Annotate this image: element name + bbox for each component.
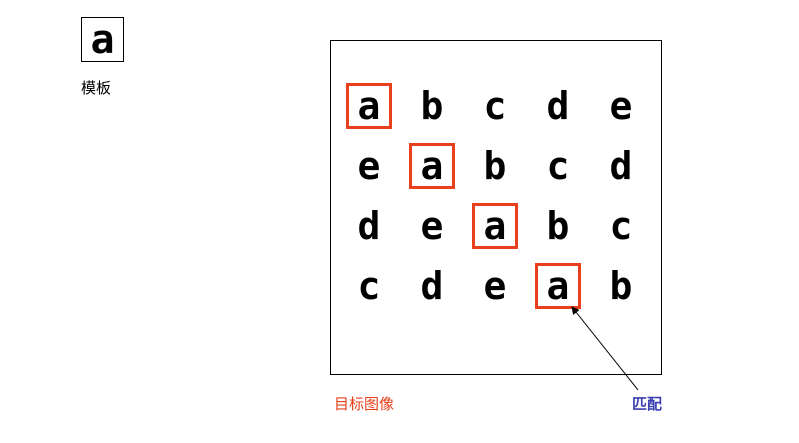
grid-glyph: c <box>483 84 507 128</box>
grid-glyph: e <box>483 264 507 308</box>
grid-glyph: c <box>609 204 633 248</box>
grid-glyph: b <box>483 144 507 188</box>
grid-glyph: e <box>609 84 633 128</box>
grid-glyph: d <box>609 144 633 188</box>
grid-glyph: c <box>357 264 381 308</box>
target-image: abcdeeabcddeabccdeab <box>330 40 662 375</box>
match-label: 匹配 <box>632 395 663 413</box>
template-glyph: a <box>90 16 115 63</box>
grid-glyph: d <box>546 84 570 128</box>
grid-glyph: d <box>357 204 381 248</box>
matched-glyph: a <box>409 143 455 189</box>
template-label: 模板 <box>81 79 112 97</box>
matched-glyph: a <box>535 263 581 309</box>
grid-glyph: d <box>420 264 444 308</box>
grid-glyph: e <box>420 204 444 248</box>
grid-glyph: b <box>609 264 633 308</box>
target-image-label: 目标图像 <box>334 395 395 413</box>
grid-glyph: c <box>546 144 570 188</box>
grid-glyph: e <box>357 144 381 188</box>
grid-glyph: b <box>546 204 570 248</box>
matched-glyph: a <box>472 203 518 249</box>
grid-glyph: b <box>420 84 444 128</box>
template-image: a <box>81 17 124 62</box>
matched-glyph: a <box>346 83 392 129</box>
